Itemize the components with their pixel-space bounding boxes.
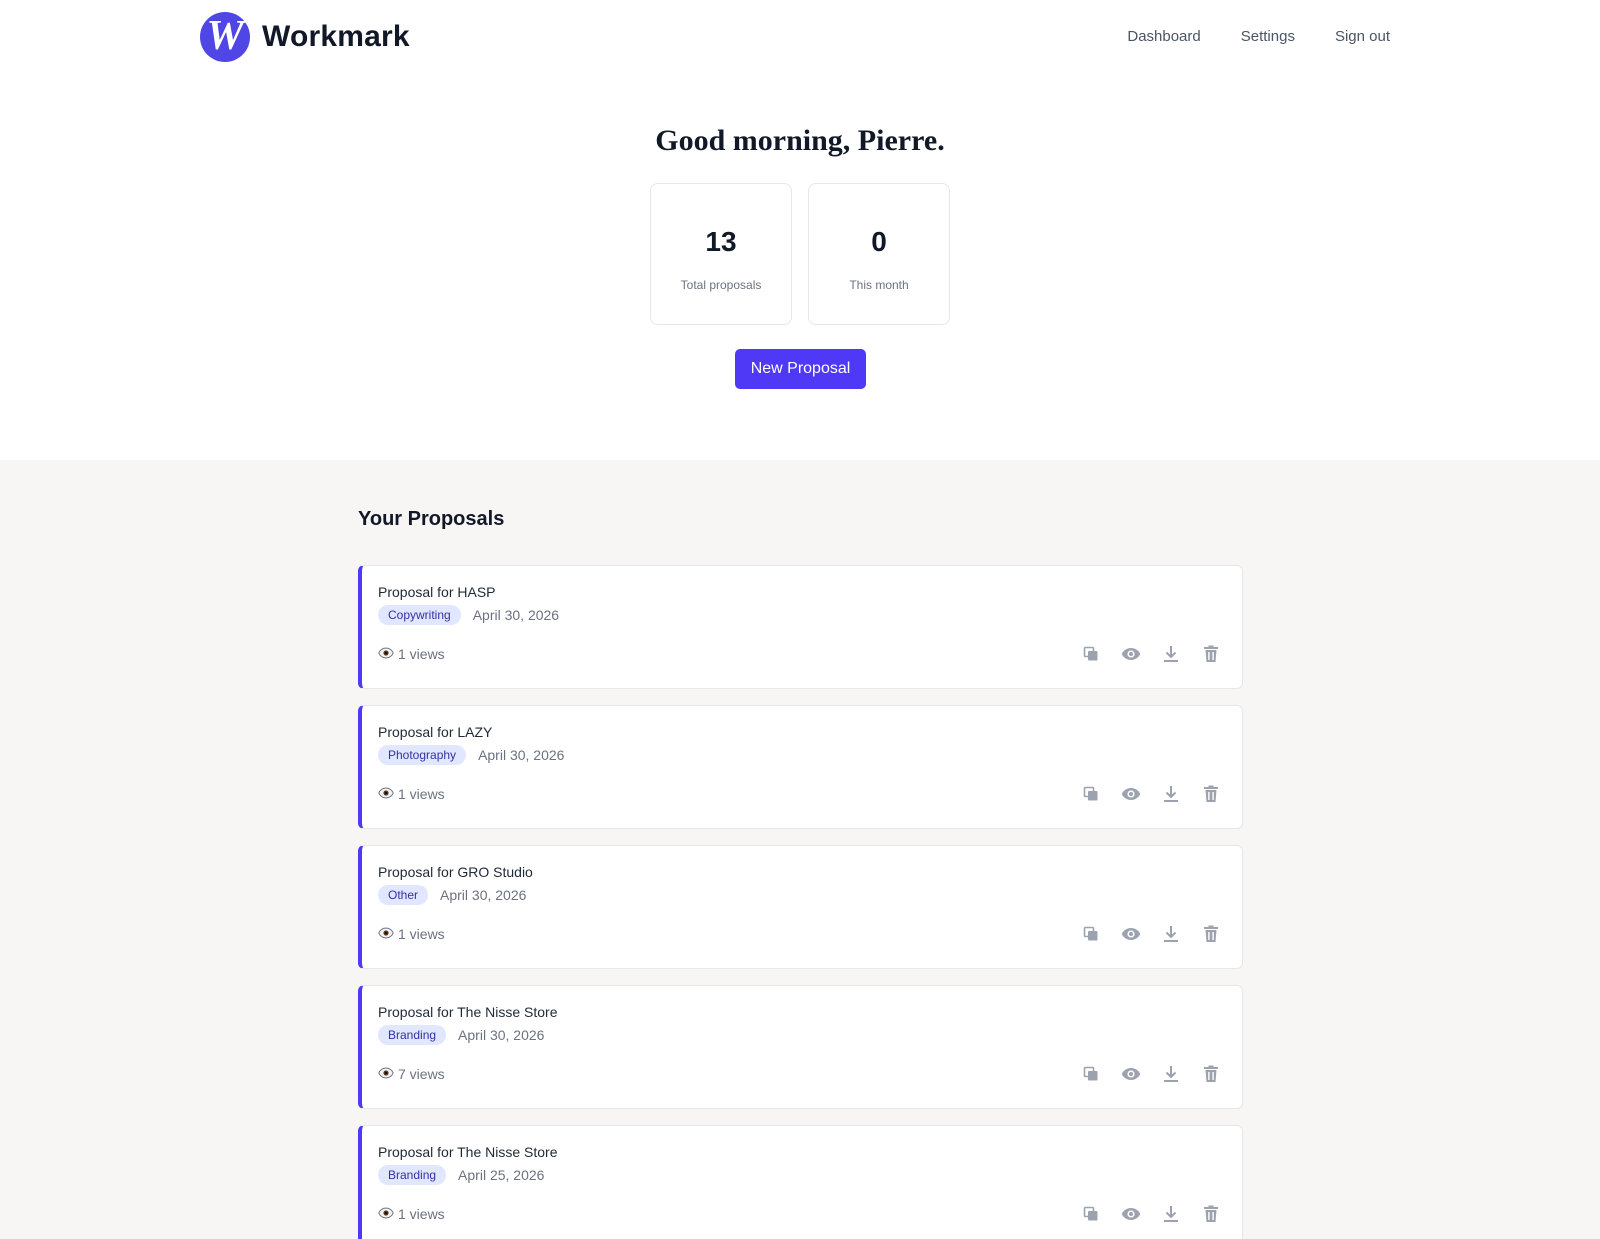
proposal-title[interactable]: Proposal for LAZY [378,724,492,740]
eye-icon [378,786,394,802]
proposal-meta: Photography April 30, 2026 [378,745,564,765]
logo-icon: W [200,12,250,62]
eye-icon [378,646,394,662]
trash-icon[interactable] [1200,643,1222,665]
category-tag: Photography [378,745,467,765]
proposal-meta: Copywriting April 30, 2026 [378,605,559,625]
brand-name: Workmark [262,20,410,53]
proposal-date: April 30, 2026 [478,747,565,763]
category-tag: Branding [378,1165,447,1185]
views-count: 7 views [378,1066,445,1082]
download-icon[interactable] [1160,1063,1182,1085]
proposal-title[interactable]: Proposal for The Nisse Store [378,1144,558,1160]
download-icon[interactable] [1160,923,1182,945]
proposal-actions [1080,923,1222,945]
views-label: 7 views [398,1066,445,1082]
proposal-meta: Branding April 30, 2026 [378,1025,544,1045]
proposal-meta: Other April 30, 2026 [378,885,526,905]
proposal-actions [1080,1063,1222,1085]
proposal-meta: Branding April 25, 2026 [378,1165,544,1185]
copy-icon[interactable] [1080,923,1102,945]
trash-icon[interactable] [1200,783,1222,805]
trash-icon[interactable] [1200,1063,1222,1085]
proposal-actions [1080,643,1222,665]
views-label: 1 views [398,646,445,662]
views-count: 1 views [378,926,445,942]
greeting: Good morning, Pierre. [655,124,945,157]
eye-icon [378,1206,394,1222]
eye-icon[interactable] [1120,1063,1142,1085]
views-count: 1 views [378,1206,445,1222]
proposal-card[interactable]: Proposal for The Nisse Store Branding Ap… [358,985,1243,1109]
download-icon[interactable] [1160,643,1182,665]
eye-icon[interactable] [1120,783,1142,805]
trash-icon[interactable] [1200,1203,1222,1225]
proposal-date: April 30, 2026 [472,607,560,623]
views-label: 1 views [398,786,445,802]
views-label: 1 views [398,1206,445,1222]
category-tag: Copywriting [378,605,461,625]
nav-sign-out[interactable]: Sign out [1335,28,1390,45]
proposal-card[interactable]: Proposal for The Nisse Store Branding Ap… [358,1125,1243,1239]
stat-card-month: 0 This month [808,183,950,325]
trash-icon[interactable] [1200,923,1222,945]
brand[interactable]: W Workmark [200,12,410,62]
stat-card-total: 13 Total proposals [650,183,792,325]
stats: 13 Total proposals 0 This month [650,183,950,325]
copy-icon[interactable] [1080,643,1102,665]
proposal-actions [1080,783,1222,805]
eye-icon [378,1066,394,1082]
proposal-list: Proposal for HASP Copywriting April 30, … [358,565,1243,1239]
top-header: W Workmark Dashboard Settings Sign out [0,0,1600,72]
stat-label: This month [849,278,909,292]
copy-icon[interactable] [1080,783,1102,805]
proposal-date: April 30, 2026 [458,1027,545,1043]
nav-settings[interactable]: Settings [1241,28,1295,45]
views-count: 1 views [378,786,445,802]
category-tag: Branding [378,1025,447,1045]
main-nav: Dashboard Settings Sign out [1127,28,1390,45]
download-icon[interactable] [1160,1203,1182,1225]
proposal-date: April 25, 2026 [458,1167,545,1183]
proposal-actions [1080,1203,1222,1225]
eye-icon[interactable] [1120,643,1142,665]
eye-icon [378,926,394,942]
proposal-card[interactable]: Proposal for HASP Copywriting April 30, … [358,565,1243,689]
stat-label: Total proposals [680,278,762,292]
proposal-title[interactable]: Proposal for The Nisse Store [378,1004,558,1020]
proposals-section: Your Proposals Proposal for HASP Copywri… [0,460,1600,1239]
category-tag: Other [378,885,429,905]
proposal-date: April 30, 2026 [440,887,527,903]
download-icon[interactable] [1160,783,1182,805]
views-label: 1 views [398,926,445,942]
proposal-card[interactable]: Proposal for LAZY Photography April 30, … [358,705,1243,829]
proposal-title[interactable]: Proposal for HASP [378,584,496,600]
new-proposal-button[interactable]: New Proposal [735,349,866,389]
section-title: Your Proposals [358,508,505,530]
copy-icon[interactable] [1080,1063,1102,1085]
stat-value: 13 [705,226,737,257]
stat-value: 0 [871,226,887,257]
copy-icon[interactable] [1080,1203,1102,1225]
proposal-card[interactable]: Proposal for GRO Studio Other April 30, … [358,845,1243,969]
proposal-title[interactable]: Proposal for GRO Studio [378,864,533,880]
views-count: 1 views [378,646,445,662]
eye-icon[interactable] [1120,1203,1142,1225]
nav-dashboard[interactable]: Dashboard [1127,28,1200,45]
eye-icon[interactable] [1120,923,1142,945]
hero-section: Good morning, Pierre. 13 Total proposals… [0,72,1600,460]
